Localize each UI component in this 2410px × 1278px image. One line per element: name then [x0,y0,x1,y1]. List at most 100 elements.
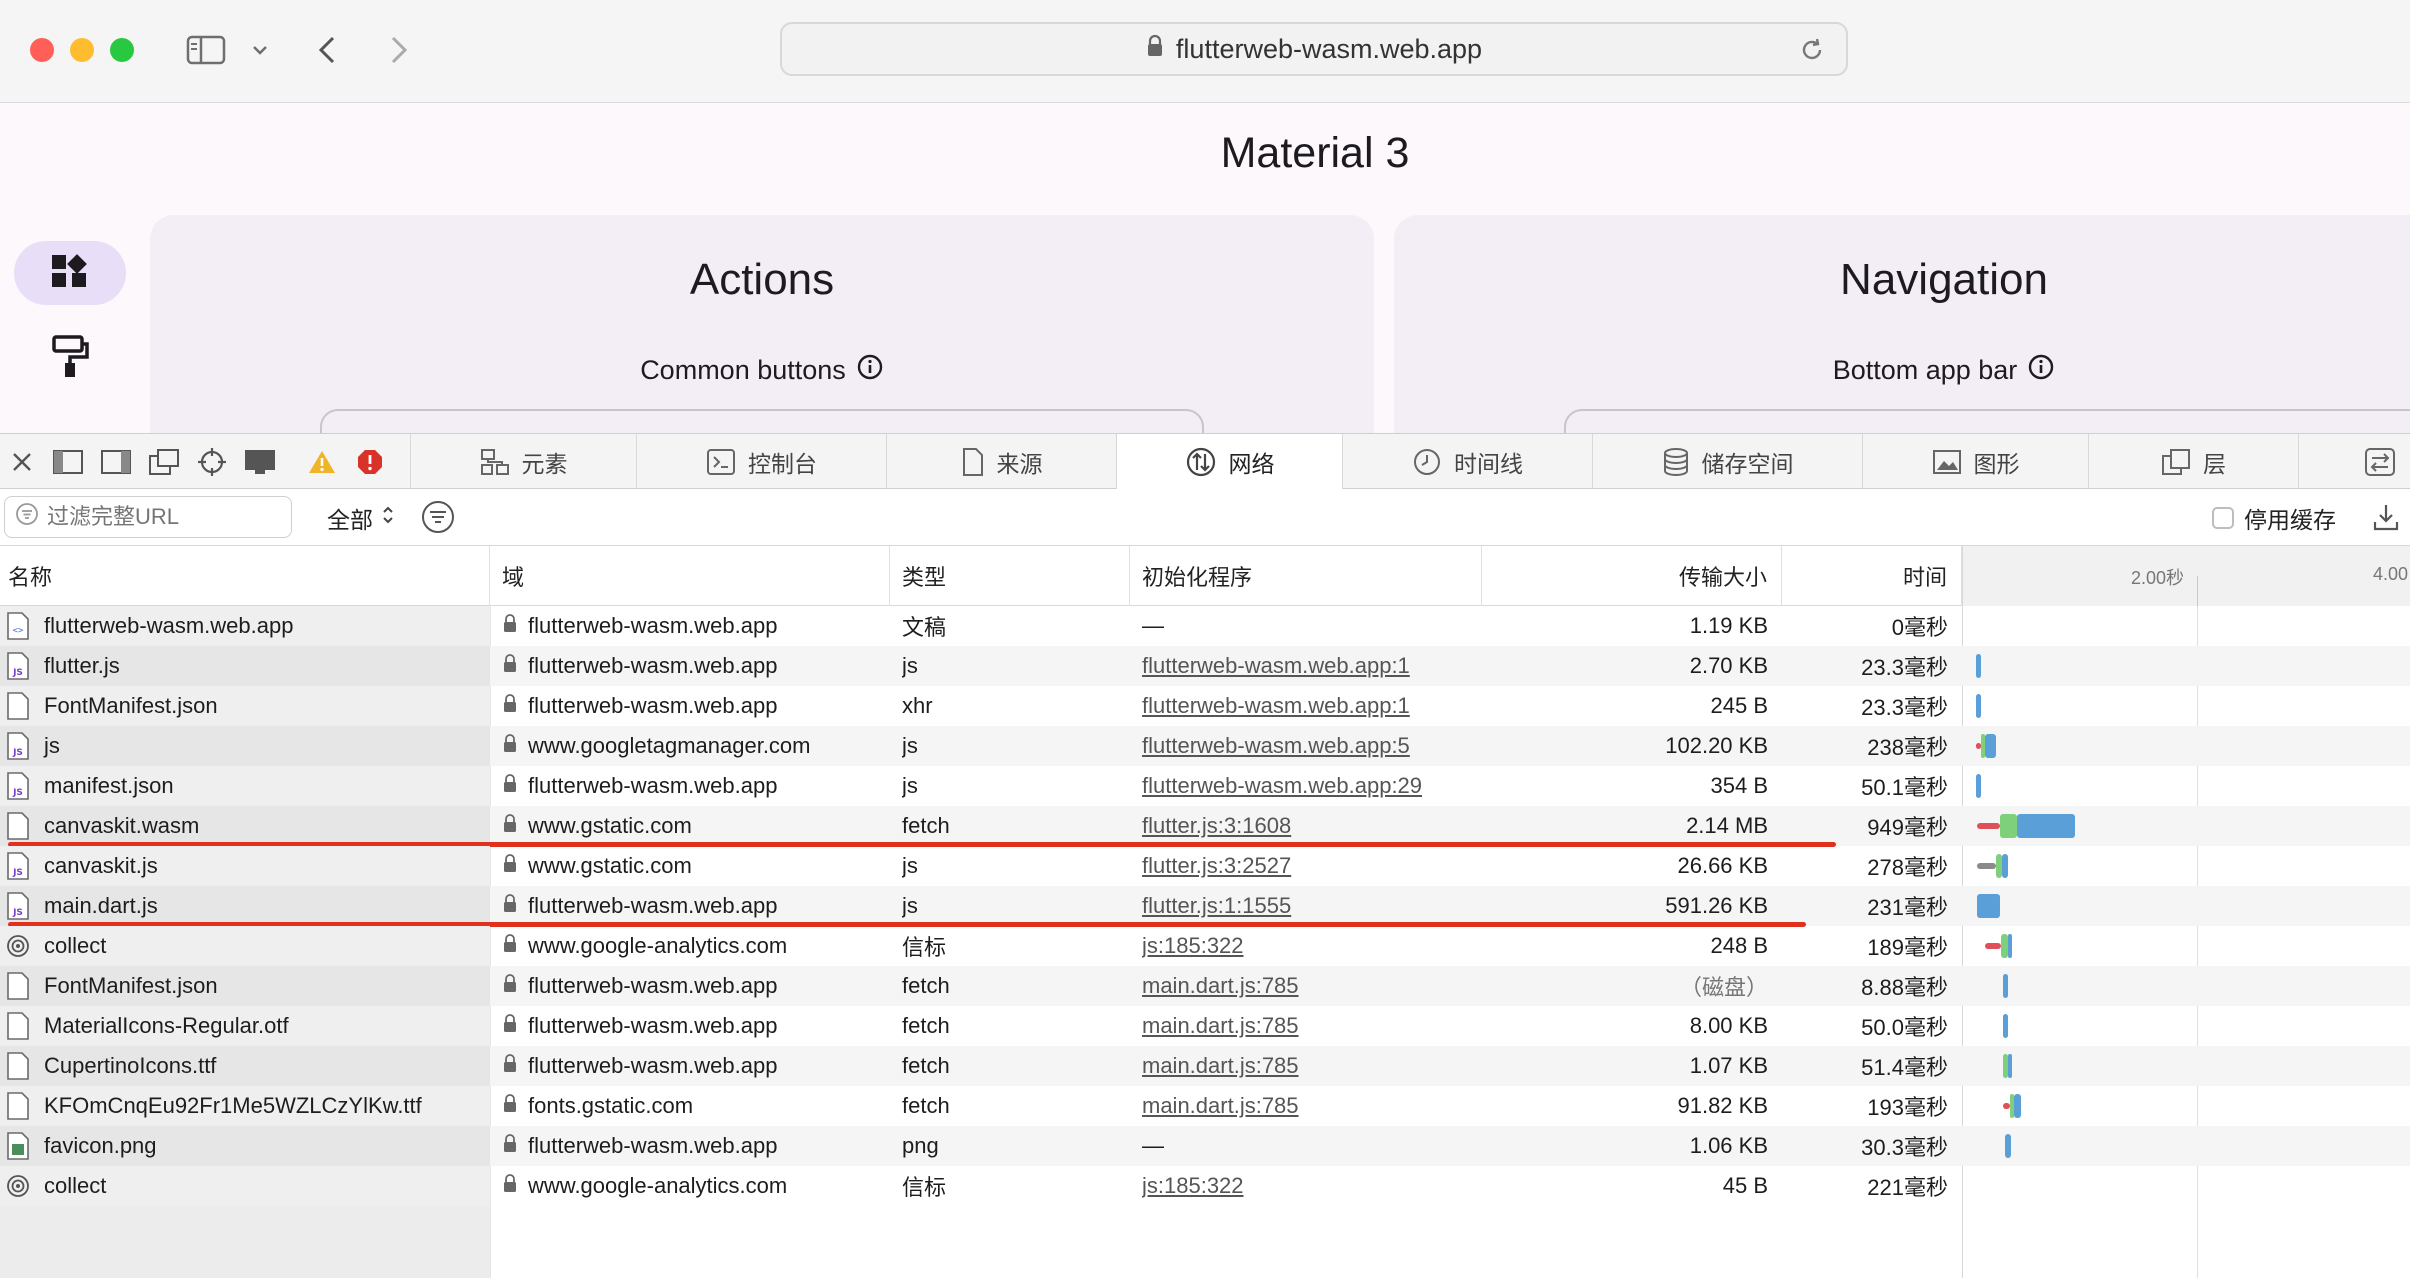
initiator-link[interactable]: js:185:322 [1142,933,1244,959]
initiator-cell[interactable]: flutter.js:3:2527 [1142,846,1482,886]
name-cell[interactable]: JS flutter.js [0,646,490,686]
initiator-cell[interactable]: main.dart.js:785 [1142,1086,1482,1126]
name-cell[interactable]: KFOmCnqEu92Fr1Me5WZLCzYlKw.ttf [0,1086,490,1126]
name-cell[interactable]: collect [0,926,490,966]
dock-right-icon[interactable] [92,434,140,490]
initiator-cell[interactable]: js:185:322 [1142,926,1482,966]
name-cell[interactable]: favicon.png [0,1126,490,1166]
initiator-link[interactable]: flutterweb-wasm.web.app:1 [1142,693,1410,719]
initiator-cell[interactable]: flutterweb-wasm.web.app:1 [1142,686,1482,726]
table-row[interactable]: MaterialIcons-Regular.otf flutterweb-wasm… [0,1006,2410,1046]
tab-elements[interactable]: 元素 [410,434,636,489]
table-row[interactable]: KFOmCnqEu92Fr1Me5WZLCzYlKw.ttf fonts.gsta… [0,1086,2410,1126]
table-row[interactable]: JS canvaskit.js www.gstatic.com js flutter.j… [0,846,2410,886]
initiator-cell[interactable]: flutterweb-wasm.web.app:5 [1142,726,1482,766]
tab-network[interactable]: 网络 [1116,434,1342,489]
waterfall-header[interactable]: 2.00秒 4.00 [1962,546,2410,606]
table-row[interactable]: CupertinoIcons.ttf flutterweb-wasm.web.ap… [0,1046,2410,1086]
device-mode-icon[interactable] [236,434,284,490]
initiator-cell[interactable]: main.dart.js:785 [1142,966,1482,1006]
export-har-icon[interactable] [2372,502,2400,537]
table-row[interactable]: collect www.google-analytics.com 信标 js:185:… [0,1166,2410,1206]
column-domain[interactable]: 域 [490,546,890,606]
initiator-cell[interactable]: flutterweb-wasm.web.app:29 [1142,766,1482,806]
name-cell[interactable]: JS main.dart.js [0,886,490,926]
error-icon[interactable] [346,434,394,490]
reload-icon[interactable] [1798,36,1826,71]
address-bar[interactable]: flutterweb-wasm.web.app [780,22,1848,76]
tab-layers[interactable]: 层 [2088,434,2298,489]
column-type[interactable]: 类型 [890,546,1130,606]
resource-type-select[interactable]: 全部 [327,501,395,535]
name-cell[interactable]: JS manifest.json [0,766,490,806]
initiator-link[interactable]: js:185:322 [1142,1173,1244,1199]
dock-left-icon[interactable] [44,434,92,490]
column-size[interactable]: 传输大小 [1482,546,1782,606]
tab-graphics[interactable]: 图形 [1862,434,2088,489]
forward-icon[interactable] [384,28,414,72]
name-cell[interactable]: <> flutterweb-wasm.web.app [0,606,490,646]
filter-url-input[interactable] [47,504,267,530]
rail-item-components[interactable] [14,241,126,305]
column-initiator[interactable]: 初始化程序 [1130,546,1482,606]
name-cell[interactable]: canvaskit.wasm [0,806,490,846]
tab-overflow[interactable] [2298,434,2410,489]
initiator-link[interactable]: main.dart.js:785 [1142,1013,1299,1039]
initiator-link[interactable]: flutter.js:1:1555 [1142,893,1291,919]
warning-icon[interactable] [298,434,346,490]
initiator-cell[interactable]: main.dart.js:785 [1142,1046,1482,1086]
table-row[interactable]: JS flutter.js flutterweb-wasm.web.app js flu… [0,646,2410,686]
minimize-window-button[interactable] [70,38,94,62]
close-window-button[interactable] [30,38,54,62]
name-cell[interactable]: FontManifest.json [0,966,490,1006]
table-row[interactable]: FontManifest.json flutterweb-wasm.web.app… [0,686,2410,726]
table-row[interactable]: JS main.dart.js flutterweb-wasm.web.app js f… [0,886,2410,926]
initiator-cell[interactable]: main.dart.js:785 [1142,1006,1482,1046]
tab-timeline[interactable]: 时间线 [1342,434,1592,489]
tab-sources[interactable]: 来源 [886,434,1116,489]
disable-cache-checkbox[interactable] [2212,507,2234,529]
tab-console[interactable]: 控制台 [636,434,886,489]
tab-storage[interactable]: 储存空间 [1592,434,1862,489]
disable-cache-toggle[interactable]: 停用缓存 [2212,501,2336,535]
back-icon[interactable] [312,28,342,72]
table-row[interactable]: FontManifest.json flutterweb-wasm.web.app… [0,966,2410,1006]
initiator-link[interactable]: flutterweb-wasm.web.app:29 [1142,773,1422,799]
table-row[interactable]: canvaskit.wasm www.gstatic.com fetch flutte… [0,806,2410,846]
zoom-window-button[interactable] [110,38,134,62]
initiator-cell[interactable]: js:185:322 [1142,1166,1482,1206]
table-row[interactable]: JS manifest.json flutterweb-wasm.web.app js… [0,766,2410,806]
detach-window-icon[interactable] [140,434,188,490]
initiator-link[interactable]: flutterweb-wasm.web.app:5 [1142,733,1410,759]
filter-field[interactable] [4,496,292,538]
format-paint-icon[interactable] [52,335,90,384]
initiator-cell[interactable]: flutterweb-wasm.web.app:1 [1142,646,1482,686]
name-cell[interactable]: FontManifest.json [0,686,490,726]
info-icon[interactable] [856,353,884,388]
table-row[interactable]: collect www.google-analytics.com 信标 js:185:… [0,926,2410,966]
name-cell[interactable]: JS canvaskit.js [0,846,490,886]
column-time[interactable]: 时间 [1782,546,1962,606]
name-cell[interactable]: CupertinoIcons.ttf [0,1046,490,1086]
name-cell[interactable]: JS js [0,726,490,766]
initiator-link[interactable]: main.dart.js:785 [1142,1053,1299,1079]
table-row[interactable]: favicon.png flutterweb-wasm.web.app png — 1.… [0,1126,2410,1166]
inspect-element-icon[interactable] [188,434,236,490]
initiator-link[interactable]: main.dart.js:785 [1142,973,1299,999]
sidebar-toggle-icon[interactable] [184,28,228,72]
initiator-link[interactable]: flutter.js:3:2527 [1142,853,1291,879]
filter-options-icon[interactable] [420,499,456,540]
table-row[interactable]: JS js www.googletagmanager.com js flutterweb… [0,726,2410,766]
initiator-link[interactable]: flutterweb-wasm.web.app:1 [1142,653,1410,679]
info-icon[interactable] [2027,353,2055,388]
table-row[interactable]: <> flutterweb-wasm.web.app flutterweb-wasm… [0,606,2410,646]
name-cell[interactable]: collect [0,1166,490,1206]
initiator-cell[interactable]: flutter.js:1:1555 [1142,886,1482,926]
close-devtools-icon[interactable] [0,434,44,490]
chevron-down-icon[interactable] [248,28,272,72]
column-name[interactable]: 名称 [0,546,490,606]
initiator-cell[interactable]: flutter.js:3:1608 [1142,806,1482,846]
initiator-link[interactable]: flutter.js:3:1608 [1142,813,1291,839]
initiator-link[interactable]: main.dart.js:785 [1142,1093,1299,1119]
name-cell[interactable]: MaterialIcons-Regular.otf [0,1006,490,1046]
